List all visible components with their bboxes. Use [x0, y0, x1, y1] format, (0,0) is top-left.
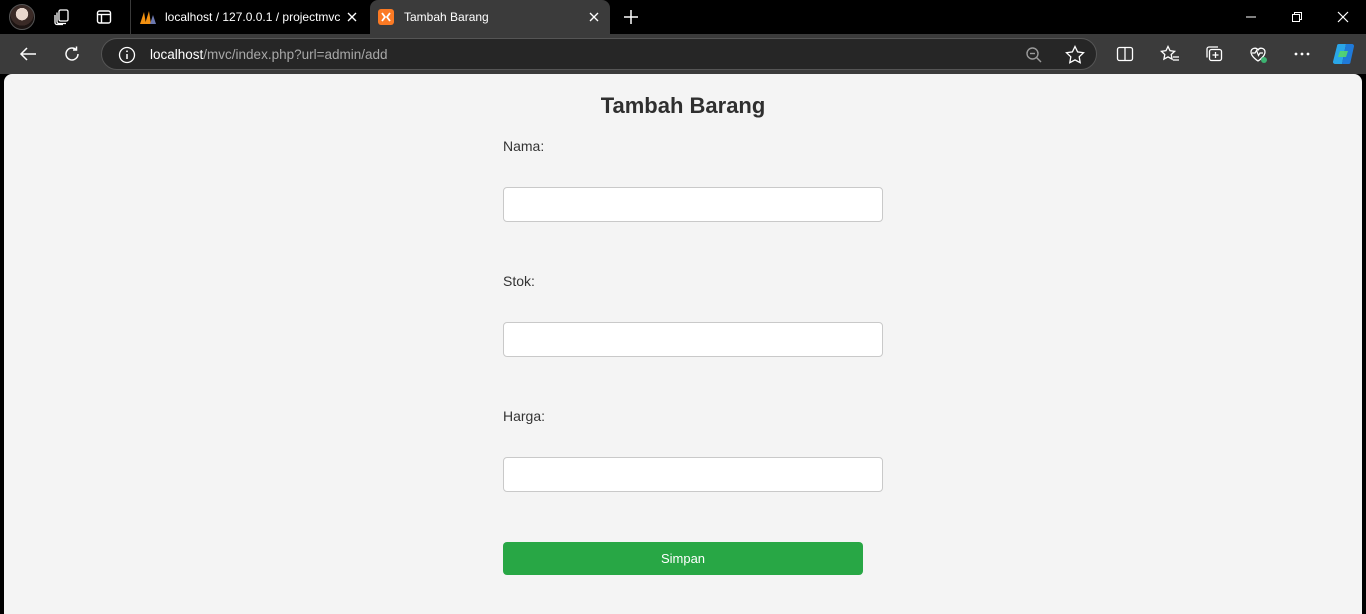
stok-label: Stok: — [503, 273, 535, 289]
minimize-button[interactable] — [1228, 0, 1274, 34]
favorite-star-icon[interactable] — [1064, 44, 1086, 66]
close-icon[interactable] — [582, 5, 606, 29]
page-title: Tambah Barang — [600, 93, 766, 118]
profile-avatar[interactable] — [9, 4, 35, 30]
tab-title: localhost / 127.0.0.1 / projectmvc — [165, 10, 340, 24]
collections-icon[interactable] — [1199, 39, 1229, 69]
harga-label: Harga: — [503, 408, 546, 424]
site-info-icon[interactable] — [118, 46, 136, 64]
browser-essentials-icon[interactable] — [1243, 39, 1273, 69]
tab-title: Tambah Barang — [404, 10, 489, 24]
back-button[interactable] — [13, 39, 43, 69]
xampp-icon — [378, 9, 394, 25]
simpan-button[interactable]: Simpan — [503, 542, 863, 575]
split-screen-icon[interactable] — [1110, 39, 1140, 69]
more-menu-icon[interactable] — [1287, 39, 1317, 69]
browser-toolbar: localhost/mvc/index.php?url=admin/add — [0, 34, 1366, 74]
stok-input[interactable] — [503, 322, 883, 357]
tab-phpmyadmin[interactable]: localhost / 127.0.0.1 / projectmvc — [130, 0, 368, 34]
tab-tambah-barang[interactable]: Tambah Barang — [370, 0, 610, 34]
nama-label: Nama: — [503, 138, 545, 154]
tab-actions-icon[interactable] — [90, 4, 118, 30]
page-viewport: Tambah Barang Nama: Stok: Harga: Simpan — [4, 74, 1362, 614]
close-icon[interactable] — [340, 5, 364, 29]
copilot-icon[interactable] — [1329, 39, 1359, 69]
favorites-icon[interactable] — [1155, 39, 1185, 69]
restore-button[interactable] — [1274, 0, 1320, 34]
url-text[interactable]: localhost/mvc/index.php?url=admin/add — [150, 47, 388, 62]
url-host: localhost — [150, 47, 204, 62]
phpmyadmin-icon — [139, 9, 156, 25]
nama-input[interactable] — [503, 187, 883, 222]
zoom-out-icon[interactable] — [1024, 45, 1044, 65]
url-path: /mvc/index.php?url=admin/add — [203, 47, 388, 62]
new-tab-button[interactable] — [618, 4, 644, 30]
address-bar[interactable]: localhost/mvc/index.php?url=admin/add — [101, 38, 1097, 70]
harga-input[interactable] — [503, 457, 883, 492]
refresh-button[interactable] — [57, 39, 87, 69]
workspaces-icon[interactable] — [48, 4, 76, 30]
tab-strip: localhost / 127.0.0.1 / projectmvc Tamba… — [0, 0, 1366, 34]
close-window-button[interactable] — [1320, 0, 1366, 34]
